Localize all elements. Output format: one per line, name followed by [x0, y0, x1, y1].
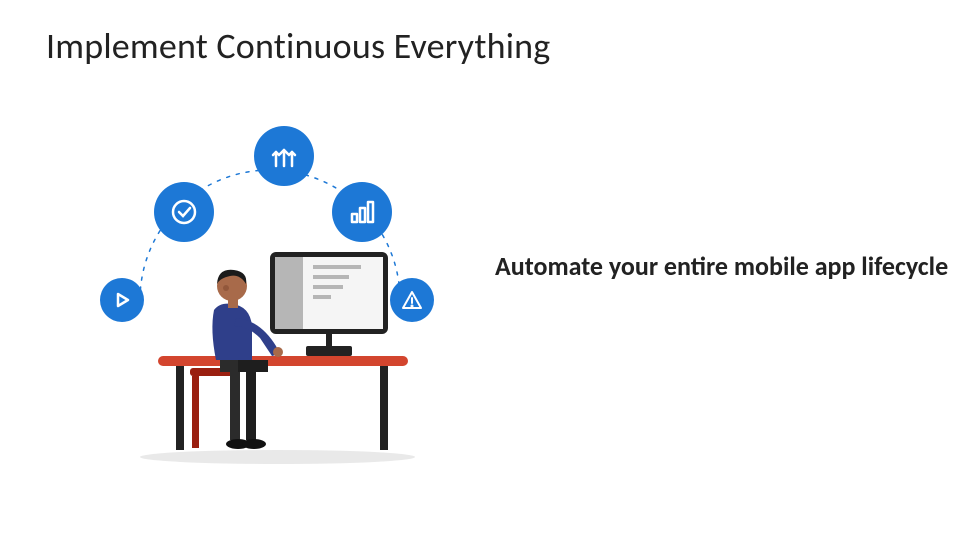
checkmark-circle-icon	[154, 182, 214, 242]
desk-leg-right	[380, 366, 388, 450]
slide: Implement Continuous Everything Automate…	[0, 0, 979, 551]
slide-subhead: Automate your entire mobile app lifecycl…	[495, 252, 959, 282]
person-at-desk	[180, 260, 290, 450]
slide-title: Implement Continuous Everything	[46, 24, 550, 68]
monitor-screen	[275, 257, 383, 329]
monitor-stand-base	[306, 346, 352, 356]
play-icon	[100, 278, 144, 322]
floor-shadow	[140, 450, 415, 464]
bar-chart-icon	[332, 182, 392, 242]
branch-arrows-icon	[254, 126, 314, 186]
illustration	[90, 120, 450, 470]
desk-scene	[140, 250, 420, 460]
